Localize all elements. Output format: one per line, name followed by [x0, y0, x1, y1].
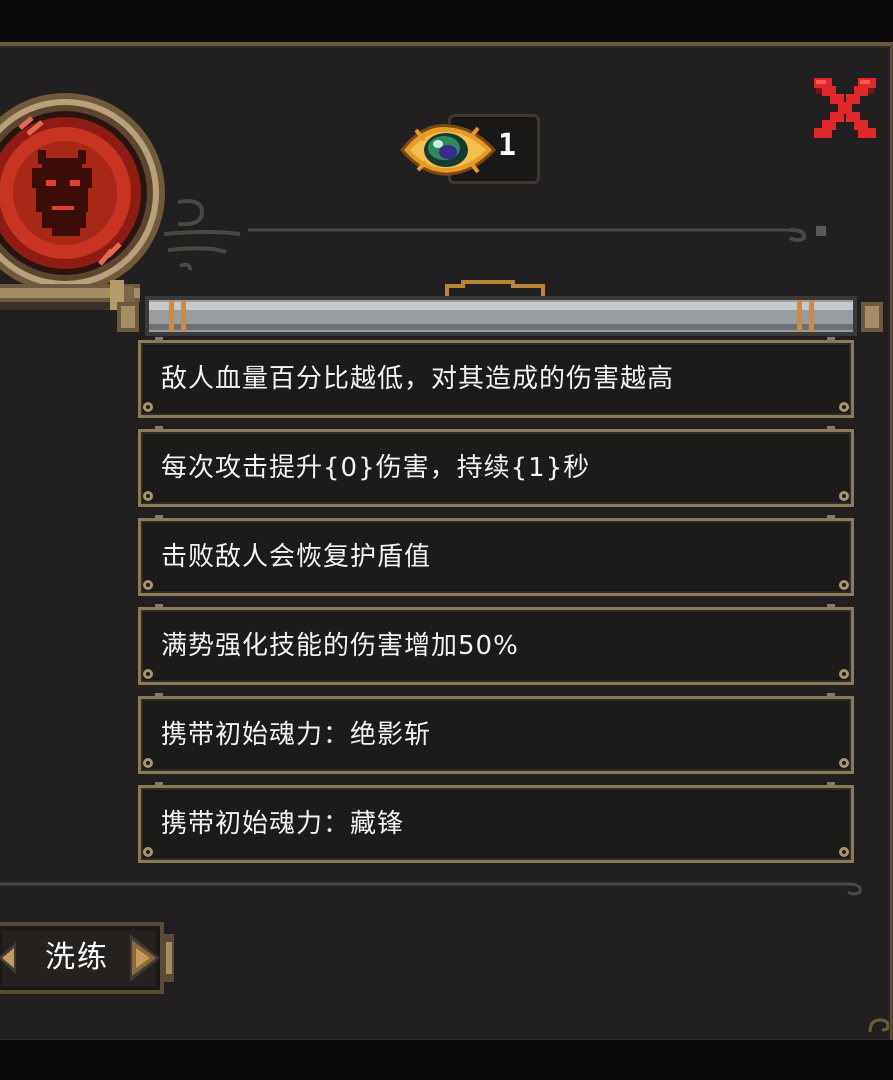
eye-gem-icon [400, 124, 497, 176]
scroll-rod [117, 280, 883, 336]
trait-item[interactable]: 击败敌人会恢复护盾值 [138, 515, 854, 596]
trait-text: 满势强化技能的伤害增加50% [161, 631, 519, 661]
trait-text: 击败敌人会恢复护盾值 [161, 542, 432, 572]
trait-item[interactable]: 携带初始魂力：绝影斩 [138, 693, 854, 774]
top-strip [0, 0, 893, 42]
trait-item[interactable]: 敌人血量百分比越低，对其造成的伤害越高 [138, 337, 854, 418]
trait-text: 携带初始魂力：藏锋 [161, 809, 405, 839]
trait-text: 携带初始魂力：绝影斩 [161, 720, 432, 750]
trait-text: 敌人血量百分比越低，对其造成的伤害越高 [161, 364, 675, 394]
bottom-strip [0, 1040, 893, 1080]
currency-display: 1 [398, 112, 544, 186]
refine-button[interactable]: 洗练 [0, 912, 180, 1004]
close-icon [814, 78, 876, 138]
trait-item[interactable]: 携带初始魂力：藏锋 [138, 782, 854, 863]
character-medallion [0, 88, 170, 298]
trait-list: 敌人血量百分比越低，对其造成的伤害越高 每次攻击提升{0}伤害，持续{1}秒 击… [138, 337, 854, 874]
trait-text: 每次攻击提升{0}伤害，持续{1}秒 [161, 453, 591, 483]
trait-item[interactable]: 满势强化技能的伤害增加50% [138, 604, 854, 685]
refine-button-label: 洗练 [45, 940, 109, 975]
panel-corner-ornament [868, 1018, 890, 1033]
ornament-divider [163, 199, 826, 271]
demon-mask-icon [0, 93, 165, 293]
trait-item[interactable]: 每次攻击提升{0}伤害，持续{1}秒 [138, 426, 854, 507]
game-screen: 1 敌人血量百分比越低，对其造成的伤害越高 每次攻击提升{0}伤害，持续{1}秒… [0, 0, 893, 1080]
bottom-divider [0, 882, 862, 896]
close-button[interactable] [812, 76, 878, 142]
